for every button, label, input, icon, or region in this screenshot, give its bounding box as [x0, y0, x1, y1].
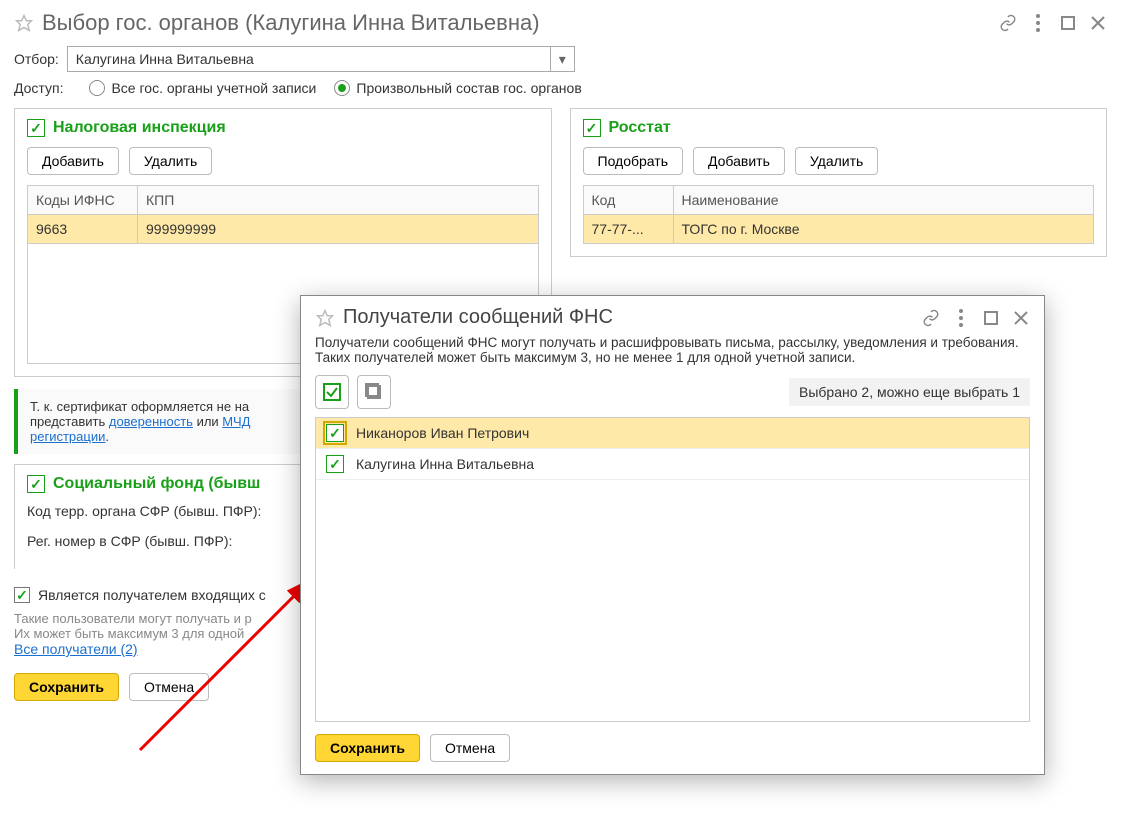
proxy-link[interactable]: доверенность	[109, 414, 193, 429]
tax-col-kpp: КПП	[138, 186, 539, 215]
radio-icon	[334, 80, 350, 96]
maximize-icon[interactable]	[1059, 14, 1077, 32]
registration-link[interactable]: регистрации	[30, 429, 105, 444]
close-icon[interactable]	[1012, 309, 1030, 327]
radio-all-orgs[interactable]: Все гос. органы учетной записи	[89, 80, 316, 96]
rosstat-col-name: Наименование	[673, 186, 1094, 215]
tax-add-button[interactable]: Добавить	[27, 147, 119, 175]
dialog-cancel-button[interactable]: Отмена	[430, 734, 510, 762]
selection-status: Выбрано 2, можно еще выбрать 1	[789, 378, 1030, 406]
receivers-list: ✓ Никаноров Иван Петрович ✓ Калугина Инн…	[315, 417, 1030, 722]
tax-delete-button[interactable]: Удалить	[129, 147, 212, 175]
tax-row[interactable]: 9663 999999999	[28, 215, 539, 244]
fns-receivers-dialog: Получатели сообщений ФНС Получатели сооб…	[300, 295, 1045, 775]
main-cancel-button[interactable]: Отмена	[129, 673, 209, 701]
receiver-row[interactable]: ✓ Калугина Инна Витальевна	[316, 449, 1029, 480]
rosstat-panel: ✓ Росстат Подобрать Добавить Удалить Код…	[570, 108, 1108, 257]
rosstat-col-code: Код	[583, 186, 673, 215]
main-save-button[interactable]: Сохранить	[14, 673, 119, 701]
rosstat-row[interactable]: 77-77-... ТОГС по г. Москве	[583, 215, 1094, 244]
maximize-icon[interactable]	[982, 309, 1000, 327]
sfr-reg-label: Рег. номер в СФР (бывш. ПФР):	[27, 533, 232, 549]
dialog-description: Получатели сообщений ФНС могут получать …	[301, 335, 1044, 375]
mchd-link[interactable]: МЧД	[222, 414, 250, 429]
link-icon[interactable]	[999, 14, 1017, 32]
select-all-button[interactable]	[315, 375, 349, 409]
close-icon[interactable]	[1089, 14, 1107, 32]
window-title: Выбор гос. органов (Калугина Инна Виталь…	[42, 10, 999, 36]
radio-custom-orgs[interactable]: Произвольный состав гос. органов	[334, 80, 581, 96]
tax-col-code: Коды ИФНС	[28, 186, 138, 215]
all-receivers-link[interactable]: Все получатели (2)	[14, 641, 138, 657]
receiver-name: Никаноров Иван Петрович	[356, 425, 529, 441]
row-checkbox[interactable]: ✓	[326, 424, 344, 442]
tax-checkbox[interactable]: ✓	[27, 119, 45, 137]
rosstat-delete-button[interactable]: Удалить	[795, 147, 878, 175]
access-label: Доступ:	[14, 80, 63, 96]
tax-table[interactable]: Коды ИФНС КПП 9663 999999999	[27, 185, 539, 244]
social-checkbox[interactable]: ✓	[27, 475, 45, 493]
receiver-row[interactable]: ✓ Никаноров Иван Петрович	[316, 418, 1029, 449]
kebab-icon[interactable]	[1029, 14, 1047, 32]
rosstat-table[interactable]: Код Наименование 77-77-... ТОГС по г. Мо…	[583, 185, 1095, 244]
rosstat-checkbox[interactable]: ✓	[583, 119, 601, 137]
receiver-label: Является получателем входящих с	[38, 587, 266, 603]
row-checkbox[interactable]: ✓	[326, 455, 344, 473]
dialog-title: Получатели сообщений ФНС	[343, 306, 922, 329]
dialog-save-button[interactable]: Сохранить	[315, 734, 420, 762]
receiver-name: Калугина Инна Витальевна	[356, 456, 534, 472]
rosstat-pick-button[interactable]: Подобрать	[583, 147, 684, 175]
tax-title: Налоговая инспекция	[53, 119, 226, 137]
receiver-checkbox[interactable]: ✓	[14, 587, 30, 603]
deselect-all-button[interactable]	[357, 375, 391, 409]
link-icon[interactable]	[922, 309, 940, 327]
kebab-icon[interactable]	[952, 309, 970, 327]
rosstat-title: Росстат	[609, 119, 671, 137]
radio-icon	[89, 80, 105, 96]
filter-value: Калугина Инна Витальевна	[68, 51, 550, 67]
favorite-star-icon[interactable]	[14, 13, 34, 33]
filter-label: Отбор:	[14, 51, 59, 67]
rosstat-add-button[interactable]: Добавить	[693, 147, 785, 175]
favorite-star-icon[interactable]	[315, 308, 335, 328]
sfr-code-label: Код терр. органа СФР (бывш. ПФР):	[27, 503, 261, 519]
social-title: Социальный фонд (бывш	[53, 475, 260, 493]
filter-select[interactable]: Калугина Инна Витальевна ▾	[67, 46, 575, 72]
dropdown-icon[interactable]: ▾	[550, 47, 574, 71]
